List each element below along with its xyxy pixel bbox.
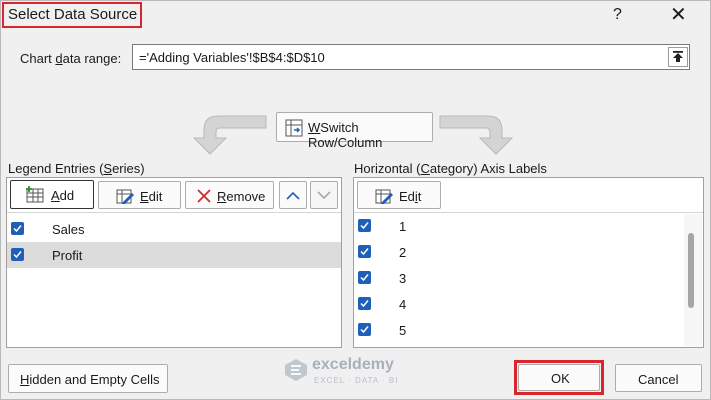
axis-item-label: 4 <box>399 297 407 312</box>
edit-series-button[interactable]: Edit <box>98 181 181 209</box>
remove-x-icon <box>197 189 211 203</box>
edit-series-label: Edit <box>140 189 163 204</box>
sales-label: Sales <box>52 222 85 237</box>
exceldemy-logo-icon <box>285 359 307 381</box>
checkmark-icon <box>13 251 22 259</box>
collapse-dialog-button[interactable] <box>668 47 688 67</box>
switch-row-column-label: WSwitch Row/Column <box>308 120 383 150</box>
axis-item-4[interactable]: 4 <box>354 291 684 317</box>
legend-toolbar-divider <box>7 212 341 213</box>
axis-item-label: 3 <box>399 271 407 286</box>
axis-item-3[interactable]: 3 <box>354 265 684 291</box>
profit-checkbox[interactable] <box>11 248 24 261</box>
cancel-button[interactable]: Cancel <box>615 364 702 392</box>
axis-item-label: 2 <box>399 245 407 260</box>
checkmark-icon <box>360 222 369 230</box>
exceldemy-watermark: exceldemy EXCEL · DATA · BI <box>284 354 434 390</box>
move-down-button[interactable] <box>310 181 338 209</box>
axis-item-5[interactable]: 5 <box>354 317 684 343</box>
edit-axis-labels-button[interactable]: Edit <box>357 181 441 209</box>
cancel-label: Cancel <box>638 372 679 387</box>
axis-item-label: 5 <box>399 323 407 338</box>
axis-item-1[interactable]: 1 <box>354 213 684 239</box>
close-button[interactable]: ✕ <box>670 2 687 27</box>
watermark-name: exceldemy <box>312 356 394 373</box>
axis-item-label: 1 <box>399 219 407 234</box>
axis-scrollbar[interactable] <box>684 214 702 346</box>
collapse-arrow-icon <box>673 51 683 62</box>
hidden-and-empty-cells-label: Hidden and Empty Cells <box>20 372 160 387</box>
chart-data-range-input[interactable]: ='Adding Variables'!$B$4:$D$10 <box>132 44 690 70</box>
checkmark-icon <box>360 274 369 282</box>
axis-labels-heading: Horizontal (Category) Axis Labels <box>354 161 547 176</box>
remove-series-button[interactable]: Remove <box>185 181 274 209</box>
switch-icon <box>285 119 303 137</box>
checkmark-icon <box>360 300 369 308</box>
ok-button-highlight <box>514 360 604 395</box>
axis-item-checkbox[interactable] <box>358 219 371 232</box>
legend-entries-heading: Legend Entries (Series) <box>8 161 145 176</box>
help-button[interactable]: ? <box>613 6 622 24</box>
chart-data-range-value: ='Adding Variables'!$B$4:$D$10 <box>139 50 325 65</box>
scrollbar-thumb[interactable] <box>688 233 694 308</box>
remove-series-label: Remove <box>217 189 266 204</box>
axis-item-checkbox[interactable] <box>358 297 371 310</box>
axis-item-checkbox[interactable] <box>358 271 371 284</box>
checkmark-icon <box>13 225 22 233</box>
chevron-up-icon <box>286 191 300 200</box>
curved-arrow-right-icon <box>439 115 514 155</box>
hidden-and-empty-cells-button[interactable]: Hidden and Empty Cells <box>8 364 168 393</box>
curved-arrow-left-icon <box>192 115 267 155</box>
edit-table-icon <box>116 189 134 204</box>
axis-item-2[interactable]: 2 <box>354 239 684 265</box>
sales-checkbox[interactable] <box>11 222 24 235</box>
list-item-sales[interactable]: Sales <box>7 216 341 242</box>
watermark-tag: EXCEL · DATA · BI <box>314 376 399 385</box>
switch-row-column-button[interactable]: WSwitch Row/Column <box>276 112 433 150</box>
chevron-down-icon <box>317 191 331 200</box>
axis-item-checkbox[interactable] <box>358 323 371 336</box>
profit-label: Profit <box>52 248 83 263</box>
add-series-button[interactable]: Add <box>10 180 94 209</box>
add-series-label: Add <box>51 188 75 203</box>
axis-item-checkbox[interactable] <box>358 245 371 258</box>
dialog-title: Select Data Source <box>8 6 138 23</box>
edit-axis-labels-label: Edit <box>399 189 422 204</box>
checkmark-icon <box>360 326 369 334</box>
move-up-button[interactable] <box>279 181 307 209</box>
edit-table-icon <box>375 189 393 204</box>
chart-data-range-label: Chart data range: <box>20 51 122 66</box>
checkmark-icon <box>360 248 369 256</box>
add-table-icon <box>26 186 44 203</box>
list-item-profit[interactable]: Profit <box>7 242 341 268</box>
